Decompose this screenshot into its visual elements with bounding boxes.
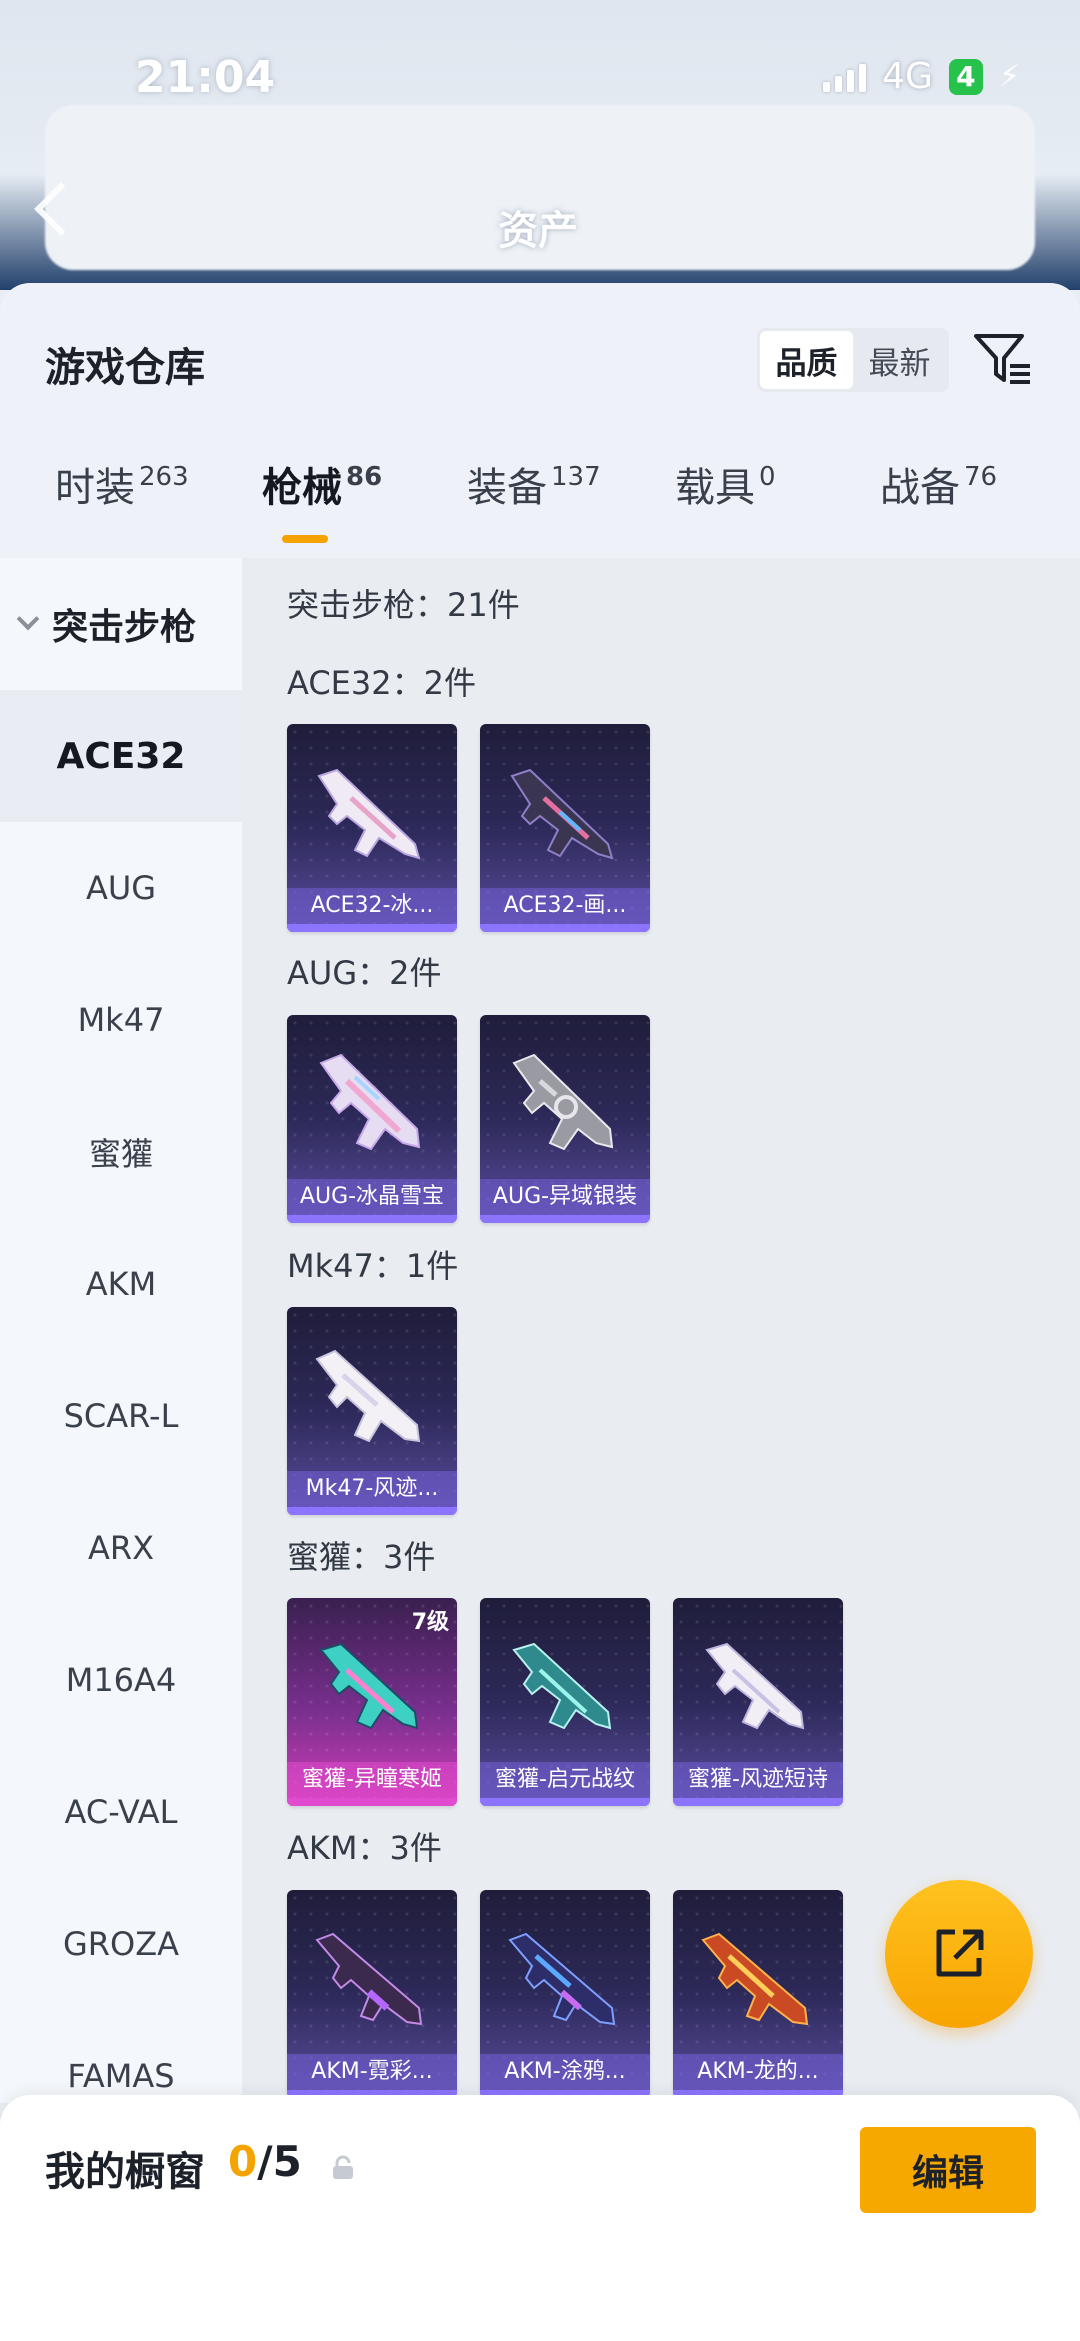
weapon-card[interactable]: ACE32-冰... bbox=[287, 724, 457, 932]
weapon-card[interactable]: 蜜獾-启元战纹 bbox=[480, 1598, 650, 1806]
battery-icon: 4 bbox=[948, 58, 983, 95]
filter-icon[interactable] bbox=[972, 328, 1034, 390]
group-title: ACE32：2件 bbox=[287, 664, 476, 702]
rifle-icon bbox=[319, 1642, 419, 1730]
share-button[interactable] bbox=[885, 1880, 1033, 2028]
rifle-icon bbox=[512, 1053, 614, 1151]
edit-button[interactable]: 编辑 bbox=[860, 2127, 1036, 2213]
sidebar-item-famas[interactable]: FAMAS bbox=[0, 2010, 242, 2103]
weapon-card-name: 蜜獾-启元战纹 bbox=[480, 1762, 650, 1798]
tab-fashion[interactable]: 时装 263 bbox=[55, 455, 189, 513]
weapon-card-name: ACE32-冰... bbox=[287, 888, 457, 924]
category-title: 突击步枪：21件 bbox=[287, 586, 520, 624]
weapon-card[interactable]: 蜜獾-风迹短诗 bbox=[673, 1598, 843, 1806]
showcase-used: 0 bbox=[228, 2137, 258, 2186]
sidebar-item-akm[interactable]: AKM bbox=[0, 1218, 242, 1350]
tab-equipment[interactable]: 装备 137 bbox=[467, 455, 601, 513]
weapon-card-name: ACE32-画... bbox=[480, 888, 650, 924]
page-title: 资产 bbox=[498, 208, 578, 254]
warehouse-sheet: 游戏仓库 品质 最新 时装 263 枪械 86 装备 137 载具 0 战备 76 突击步… bbox=[0, 283, 1080, 2103]
sidebar-item-arx[interactable]: ARX bbox=[0, 1482, 242, 1614]
sidebar-item-groza[interactable]: GROZA bbox=[0, 1878, 242, 2010]
rifle-icon bbox=[701, 1932, 809, 2026]
sidebar-section-header[interactable]: 突击步枪 bbox=[0, 558, 242, 690]
status-icons: 4G 4 ⚡ bbox=[823, 56, 1020, 97]
group-title: Mk47：1件 bbox=[287, 1247, 459, 1285]
weapon-sidebar: 突击步枪 ACE32 AUG Mk47 蜜獾 AKM SCAR-L ARX M1… bbox=[0, 558, 242, 2103]
lock-icon bbox=[333, 2155, 353, 2179]
sidebar-item-m16a4[interactable]: M16A4 bbox=[0, 1614, 242, 1746]
sidebar-item-mk47[interactable]: Mk47 bbox=[0, 954, 242, 1086]
tab-firearms[interactable]: 枪械 86 bbox=[262, 455, 382, 513]
network-type: 4G bbox=[882, 56, 933, 97]
sheet-title: 游戏仓库 bbox=[45, 345, 205, 391]
weapon-card-name: 蜜獾-风迹短诗 bbox=[673, 1762, 843, 1798]
group-title: AUG：2件 bbox=[287, 954, 442, 992]
rifle-icon bbox=[319, 1053, 421, 1151]
weapon-card[interactable]: AKM-涂鸦... bbox=[480, 1890, 650, 2098]
sidebar-item-ac-val[interactable]: AC-VAL bbox=[0, 1746, 242, 1878]
group-title: 蜜獾：3件 bbox=[287, 1538, 436, 1576]
rifle-icon bbox=[512, 1642, 612, 1730]
status-time: 21:04 bbox=[135, 52, 276, 103]
sidebar-item-ace32[interactable]: ACE32 bbox=[0, 690, 242, 822]
sidebar-item-scar-l[interactable]: SCAR-L bbox=[0, 1350, 242, 1482]
sort-latest[interactable]: 最新 bbox=[853, 331, 946, 389]
rifle-icon bbox=[510, 768, 614, 860]
rifle-icon bbox=[317, 768, 421, 860]
weapon-grid: 突击步枪：21件 ACE32：2件 ACE32-冰... ACE32-画... … bbox=[242, 558, 1080, 2103]
weapon-card-name: AKM-涂鸦... bbox=[480, 2054, 650, 2090]
background-header: 21:04 4G 4 ⚡ 资产 bbox=[0, 0, 1080, 290]
category-tabs: 时装 263 枪械 86 装备 137 载具 0 战备 76 bbox=[0, 433, 1080, 541]
rifle-icon bbox=[315, 1349, 421, 1443]
showcase-bar: 我的橱窗 0/5 编辑 bbox=[0, 2095, 1080, 2341]
group-title: AKM：3件 bbox=[287, 1829, 442, 1867]
showcase-label: 我的橱窗 bbox=[45, 2149, 205, 2195]
sidebar-item-honey-badger[interactable]: 蜜獾 bbox=[0, 1086, 242, 1218]
rifle-icon bbox=[508, 1932, 616, 2026]
sort-toggle: 品质 最新 bbox=[757, 328, 949, 392]
charging-icon: ⚡ bbox=[998, 59, 1020, 94]
share-icon bbox=[936, 1929, 984, 1977]
tab-vehicles[interactable]: 载具 0 bbox=[675, 455, 776, 513]
sidebar-section-label: 突击步枪 bbox=[52, 607, 197, 648]
weapon-card-name: Mk47-风迹... bbox=[287, 1471, 457, 1507]
signal-icon bbox=[823, 62, 867, 92]
showcase-total: /5 bbox=[257, 2137, 302, 2186]
weapon-card[interactable]: AKM-霓彩... bbox=[287, 1890, 457, 2098]
weapon-card[interactable]: ACE32-画... bbox=[480, 724, 650, 932]
weapon-card-name: AKM-龙的... bbox=[673, 2054, 843, 2090]
showcase-count: 0/5 bbox=[228, 2137, 302, 2186]
rifle-icon bbox=[315, 1932, 423, 2026]
tab-battle-gear[interactable]: 战备 76 bbox=[880, 455, 997, 513]
weapon-card-name: AUG-异域银装 bbox=[480, 1179, 650, 1215]
sidebar-item-aug[interactable]: AUG bbox=[0, 822, 242, 954]
sort-quality[interactable]: 品质 bbox=[760, 331, 853, 389]
rifle-icon bbox=[705, 1642, 805, 1730]
chevron-down-icon bbox=[16, 607, 40, 631]
sheet-header: 游戏仓库 品质 最新 bbox=[0, 283, 1080, 433]
weapon-card[interactable]: AKM-龙的... bbox=[673, 1890, 843, 2098]
weapon-card[interactable]: AUG-异域银装 bbox=[480, 1015, 650, 1223]
weapon-card[interactable]: AUG-冰晶雪宝 bbox=[287, 1015, 457, 1223]
weapon-card[interactable]: Mk47-风迹... bbox=[287, 1307, 457, 1515]
weapon-card-name: AKM-霓彩... bbox=[287, 2054, 457, 2090]
weapon-card-rare[interactable]: 7级 蜜獾-异瞳寒姬 bbox=[287, 1598, 457, 1806]
weapon-card-name: 蜜獾-异瞳寒姬 bbox=[287, 1762, 457, 1798]
active-tab-indicator bbox=[282, 535, 328, 543]
weapon-card-name: AUG-冰晶雪宝 bbox=[287, 1179, 457, 1215]
